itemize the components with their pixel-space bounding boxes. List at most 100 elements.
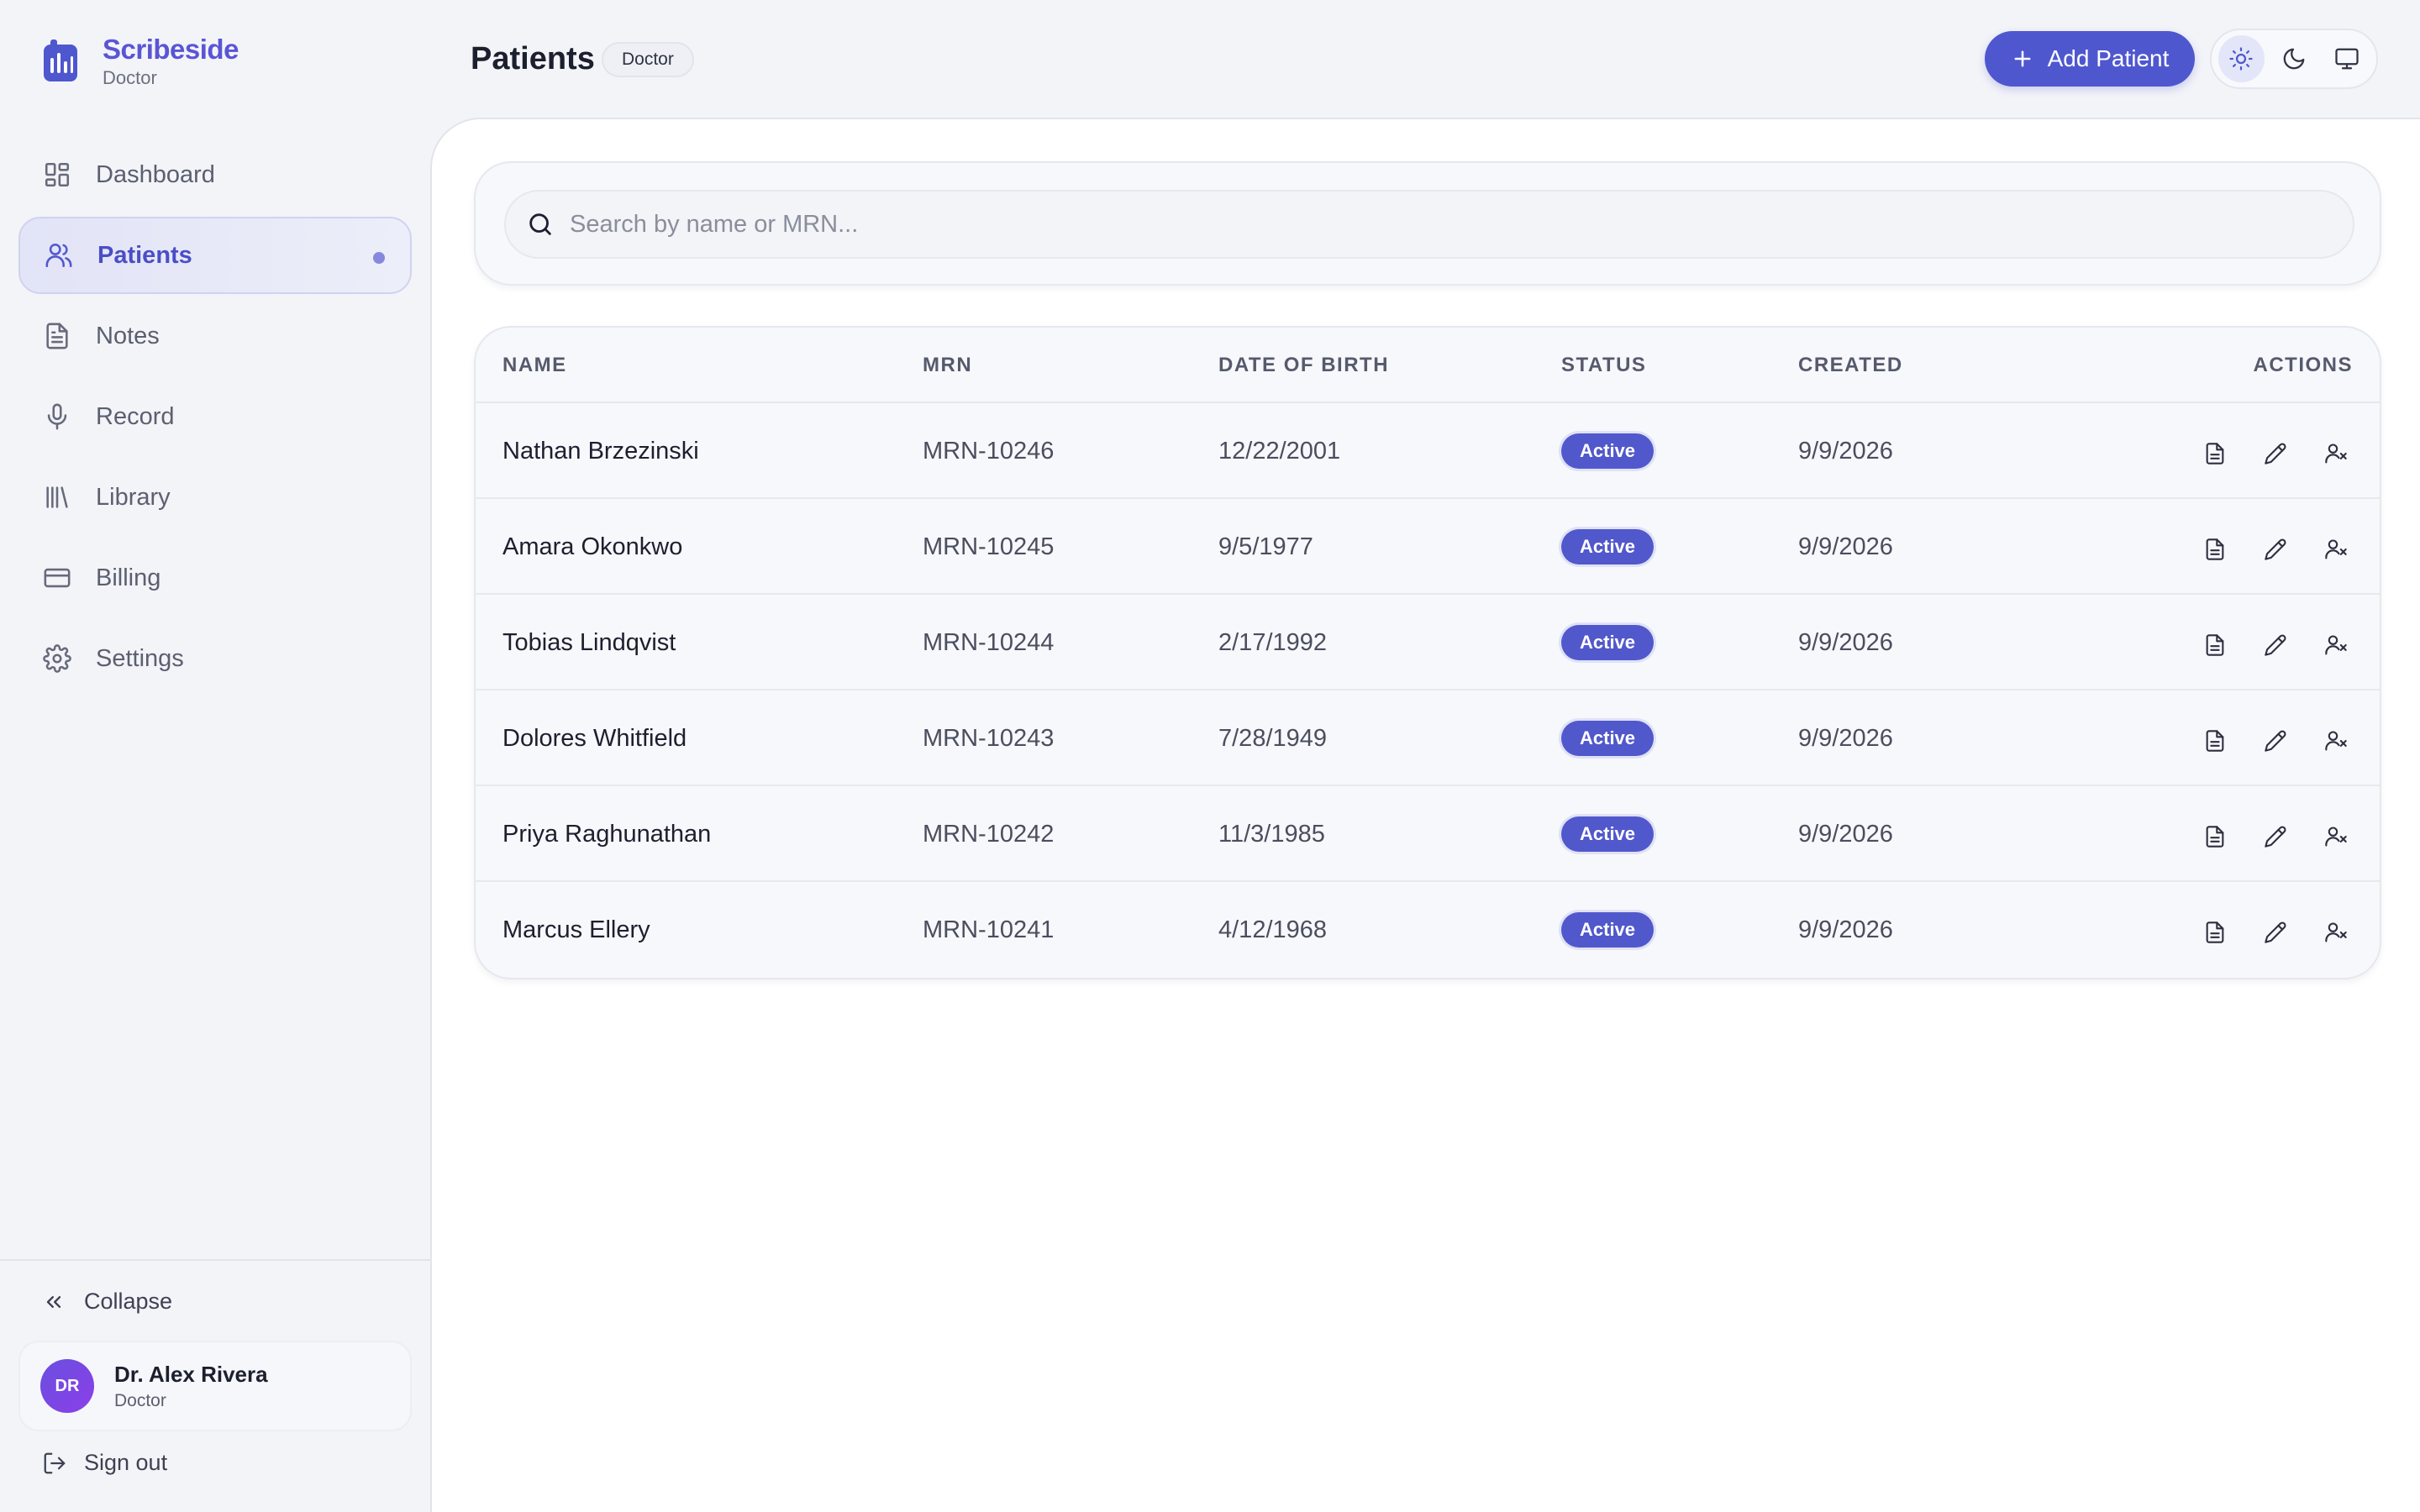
row-actions: [2176, 911, 2358, 954]
table-row[interactable]: Dolores Whitfield MRN-10243 7/28/1949 Ac…: [476, 690, 2380, 786]
sign-out-label: Sign out: [84, 1450, 168, 1475]
deactivate-button[interactable]: [2314, 815, 2358, 858]
edit-button[interactable]: [2254, 815, 2297, 858]
view-notes-button[interactable]: [2193, 432, 2237, 475]
deactivate-button[interactable]: [2314, 623, 2358, 667]
dashboard-icon: [42, 160, 72, 190]
edit-button[interactable]: [2254, 911, 2297, 954]
patient-mrn: MRN-10243: [923, 725, 1055, 752]
search-box[interactable]: [504, 190, 2354, 259]
app-window: Scribeside Doctor Dashboard Patients Not…: [0, 0, 2420, 1512]
patient-mrn: MRN-10245: [923, 533, 1055, 560]
sidebar-item-notes[interactable]: Notes: [18, 297, 412, 375]
monitor-icon: [2335, 48, 2359, 70]
deactivate-button[interactable]: [2314, 719, 2358, 763]
sidebar-item-settings[interactable]: Settings: [18, 620, 412, 697]
patient-mrn: MRN-10244: [923, 629, 1055, 656]
view-notes-button[interactable]: [2193, 815, 2237, 858]
sidebar: Scribeside Doctor Dashboard Patients Not…: [0, 0, 430, 1512]
collapse-label: Collapse: [84, 1289, 173, 1314]
notes-icon: [2206, 826, 2224, 848]
brand-subtitle: Doctor: [103, 67, 157, 88]
status-badge: Active: [1561, 816, 1655, 852]
add-patient-label: Add Patient: [2047, 45, 2170, 71]
column-header-status[interactable]: STATUS: [1561, 353, 1646, 378]
column-header-name[interactable]: NAME: [502, 353, 567, 378]
patient-name[interactable]: Dolores Whitfield: [502, 724, 687, 753]
sidebar-item-record[interactable]: Record: [18, 378, 412, 455]
active-indicator-dot: [373, 252, 385, 264]
table-row[interactable]: Priya Raghunathan MRN-10242 11/3/1985 Ac…: [476, 786, 2380, 882]
patient-name[interactable]: Priya Raghunathan: [502, 820, 711, 848]
status-badge: Active: [1561, 912, 1655, 948]
patient-dob: 7/28/1949: [1218, 725, 1328, 752]
deactivate-user-icon: [2325, 922, 2347, 942]
collapse-button[interactable]: Collapse: [42, 1289, 172, 1315]
deactivate-button[interactable]: [2314, 432, 2358, 475]
patient-name[interactable]: Amara Okonkwo: [502, 533, 682, 561]
edit-icon: [2265, 730, 2286, 752]
sidebar-item-label: Library: [96, 483, 171, 511]
sidebar-item-dashboard[interactable]: Dashboard: [18, 136, 412, 213]
page-title: Patients: [471, 41, 595, 76]
edit-icon: [2265, 443, 2286, 465]
column-header-mrn[interactable]: MRN: [923, 353, 972, 378]
user-card[interactable]: DR Dr. Alex Rivera Doctor: [18, 1341, 412, 1431]
theme-light-button[interactable]: [2218, 35, 2265, 82]
table-row[interactable]: Tobias Lindqvist MRN-10244 2/17/1992 Act…: [476, 595, 2380, 690]
edit-button[interactable]: [2254, 432, 2297, 475]
column-header-created[interactable]: CREATED: [1798, 353, 1903, 378]
patients-table: NAME MRN DATE OF BIRTH STATUS CREATED AC…: [474, 326, 2381, 979]
notes-icon: [2206, 730, 2224, 752]
sidebar-item-library[interactable]: Library: [18, 459, 412, 536]
brand-name: Scribeside: [103, 34, 239, 65]
notes-icon: [2206, 921, 2224, 943]
table-row[interactable]: Nathan Brzezinski MRN-10246 12/22/2001 A…: [476, 403, 2380, 499]
patient-dob: 2/17/1992: [1218, 629, 1328, 656]
patient-name[interactable]: Marcus Ellery: [502, 916, 650, 944]
sidebar-item-patients[interactable]: Patients: [18, 217, 412, 294]
patient-dob: 9/5/1977: [1218, 533, 1313, 560]
column-header-dob[interactable]: DATE OF BIRTH: [1218, 353, 1389, 378]
patient-created: 9/9/2026: [1798, 821, 1893, 848]
edit-button[interactable]: [2254, 719, 2297, 763]
row-actions: [2176, 719, 2358, 763]
theme-dark-button[interactable]: [2271, 35, 2317, 82]
search-input[interactable]: [570, 210, 2334, 239]
deactivate-user-icon: [2325, 635, 2347, 655]
status-badge: Active: [1561, 625, 1655, 660]
edit-button[interactable]: [2254, 528, 2297, 571]
patient-name[interactable]: Nathan Brzezinski: [502, 437, 699, 465]
chevrons-left-icon: [46, 1295, 61, 1308]
search-card: [474, 161, 2381, 286]
patient-mrn: MRN-10242: [923, 821, 1055, 848]
notes-icon: [2206, 443, 2224, 465]
view-notes-button[interactable]: [2193, 719, 2237, 763]
edit-button[interactable]: [2254, 623, 2297, 667]
patient-dob: 11/3/1985: [1218, 821, 1325, 848]
plus-icon: [2014, 50, 2031, 67]
sidebar-item-label: Notes: [96, 322, 160, 349]
sidebar-item-billing[interactable]: Billing: [18, 539, 412, 617]
deactivate-button[interactable]: [2314, 528, 2358, 571]
deactivate-user-icon: [2325, 539, 2347, 559]
patient-created: 9/9/2026: [1798, 533, 1893, 560]
edit-icon: [2265, 634, 2286, 656]
theme-system-button[interactable]: [2323, 35, 2370, 82]
gear-icon: [42, 643, 72, 674]
patient-mrn: MRN-10246: [923, 438, 1055, 465]
theme-switcher: [2210, 29, 2378, 89]
table-row[interactable]: Marcus Ellery MRN-10241 4/12/1968 Active…: [476, 882, 2380, 978]
avatar: DR: [40, 1359, 94, 1413]
sidebar-nav: Dashboard Patients Notes Record Library …: [18, 136, 412, 701]
view-notes-button[interactable]: [2193, 623, 2237, 667]
view-notes-button[interactable]: [2193, 911, 2237, 954]
column-header-actions: ACTIONS: [2253, 354, 2353, 376]
brand[interactable]: Scribeside Doctor: [40, 34, 239, 89]
view-notes-button[interactable]: [2193, 528, 2237, 571]
table-row[interactable]: Amara Okonkwo MRN-10245 9/5/1977 Active …: [476, 499, 2380, 595]
sign-out-button[interactable]: Sign out: [42, 1450, 167, 1476]
deactivate-button[interactable]: [2314, 911, 2358, 954]
patient-name[interactable]: Tobias Lindqvist: [502, 628, 676, 657]
add-patient-button[interactable]: Add Patient: [1985, 31, 2195, 87]
